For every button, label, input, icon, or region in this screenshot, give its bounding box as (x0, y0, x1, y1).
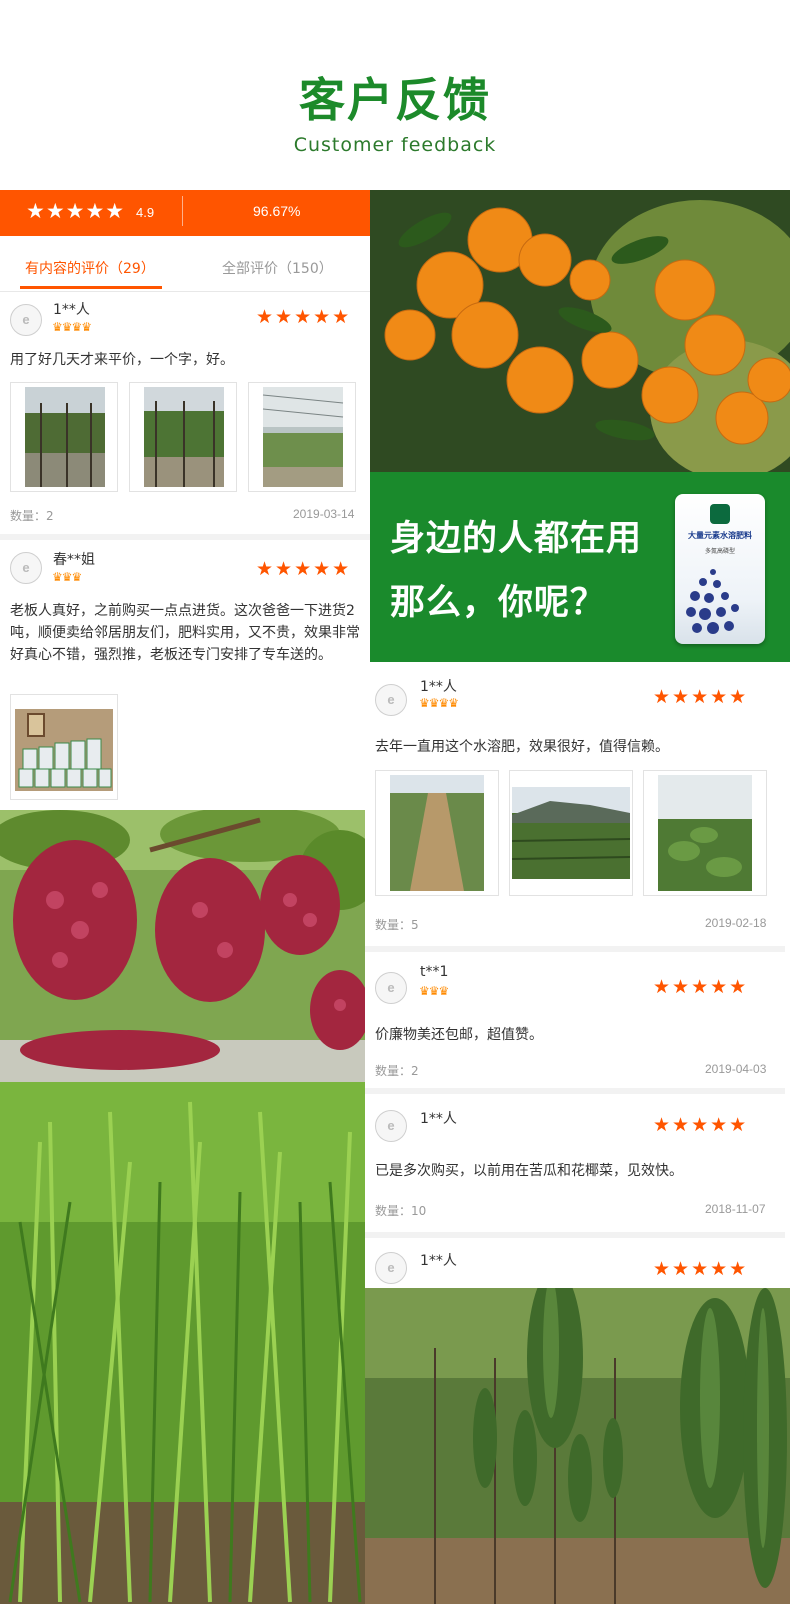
review-card: e 1**人 ★★★★★ 已是多次购买，以前用在苦瓜和花椰菜，见效快。 数量：1… (365, 1094, 785, 1238)
review-date: 2019-03-14 (293, 507, 355, 521)
left-column: ★★★★★ 4.9 96.67% 有内容的评价（29） 全部评价（150） e … (0, 190, 370, 1604)
avatar: e (375, 1252, 407, 1284)
bitter-melon-image (365, 1288, 790, 1604)
brand-logo-icon (710, 504, 730, 524)
promo-banner: 身边的人都在用 那么，你呢？ 大量元素水溶肥料 多氮高磷型 (370, 472, 790, 662)
review-star-rating: ★★★★★ (653, 1258, 749, 1280)
chives-image (0, 1082, 368, 1604)
rating-summary-bar: ★★★★★ 4.9 96.67% (0, 190, 370, 236)
review-card: e 1**人 ★★★★★ (365, 1238, 785, 1288)
reviewer-name: 1**人 (420, 1111, 457, 1127)
tab-reviews-with-content[interactable]: 有内容的评价（29） (25, 258, 155, 278)
bitter-melon-photo (365, 1288, 790, 1604)
summary-divider (182, 196, 183, 226)
vineyard-image (11, 383, 117, 491)
review-date: 2019-02-18 (705, 916, 767, 930)
review-text: 价廉物美还包邮，超值赞。 (375, 1027, 543, 1043)
buyer-level-crown-icons: ♛♛♛♛ (419, 696, 459, 710)
review-photo-field[interactable] (643, 770, 767, 896)
purchase-quantity: 数量：2 (10, 509, 54, 523)
fertilizer-bag: 大量元素水溶肥料 多氮高磷型 (675, 494, 765, 644)
page-header: 客户反馈 Customer feedback (0, 0, 790, 190)
avatar: e (10, 552, 42, 584)
summary-star-icons: ★★★★★ (26, 199, 126, 223)
product-name: 大量元素水溶肥料 (688, 531, 752, 540)
summary-score: 4.9 (136, 205, 155, 220)
reviewer-name: 1**人 (420, 1253, 457, 1269)
page-title: 客户反馈 (299, 73, 491, 127)
purchase-quantity: 数量：5 (375, 918, 419, 932)
oranges-image (370, 190, 790, 472)
avatar: e (375, 972, 407, 1004)
review-text: 已是多次购买，以前用在苦瓜和花椰菜，见效快。 (375, 1163, 683, 1179)
avatar: e (375, 1110, 407, 1142)
review-star-rating: ★★★★★ (256, 306, 352, 328)
review-date: 2019-04-03 (705, 1062, 767, 1076)
review-text: 去年一直用这个水溶肥，效果很好，值得信赖。 (375, 739, 669, 755)
green-chives-photo (0, 1082, 368, 1604)
banner-headline: 身边的人都在用 (390, 519, 643, 559)
review-star-rating: ★★★★★ (653, 1114, 749, 1136)
bag-dots-graphic (686, 569, 739, 634)
grapes-photo (0, 810, 368, 1082)
avatar: e (10, 304, 42, 336)
field-image (510, 771, 632, 895)
review-card: e 1**人 ♛♛♛♛ ★★★★★ 去年一直用这个水溶肥，效果很好，值得信赖。 (365, 662, 785, 952)
review-star-rating: ★★★★★ (653, 976, 749, 998)
review-text: 老板人真好，之前购买一点点进货。这次爸爸一下进货2吨，顺便卖给邻居朋友们，肥料实… (10, 603, 360, 663)
reviewer-name: 1**人 (53, 302, 90, 318)
right-column: 身边的人都在用 那么，你呢？ 大量元素水溶肥料 多氮高磷型 e 1**人 ♛♛♛… (365, 190, 790, 1604)
review-photo-field[interactable] (375, 770, 499, 896)
purchase-quantity: 数量：10 (375, 1204, 427, 1218)
review-text: 用了好几天才来平价，一个字，好。 (10, 352, 234, 368)
review-tabs: 有内容的评价（29） 全部评价（150） (0, 236, 370, 292)
purchase-quantity: 数量：2 (375, 1064, 419, 1078)
positive-rate: 96.67% (253, 203, 301, 219)
avatar: e (375, 684, 407, 716)
field-image (644, 771, 766, 895)
product-subtype: 多氮高磷型 (704, 548, 735, 555)
product-stock-image (11, 695, 117, 799)
buyer-level-crown-icons: ♛♛♛ (52, 570, 82, 584)
page-subtitle: Customer feedback (293, 134, 497, 156)
reviewer-name: t**1 (420, 964, 449, 980)
review-photo-vineyard[interactable] (129, 382, 237, 492)
review-date: 2018-11-07 (705, 1202, 766, 1216)
buyer-level-crown-icons: ♛♛♛ (419, 984, 449, 998)
tab-all-reviews[interactable]: 全部评价（150） (222, 258, 333, 278)
review-star-rating: ★★★★★ (653, 686, 749, 708)
active-tab-indicator (20, 286, 162, 289)
review-photo-greenhouse[interactable] (248, 382, 356, 492)
review-photo-field[interactable] (509, 770, 633, 896)
review-card: e 1**人 ♛♛♛♛ ★★★★★ 用了好几天才来平价，一个字，好。 数量：2 … (0, 292, 370, 540)
review-star-rating: ★★★★★ (256, 558, 352, 580)
review-card: e 春**姐 ♛♛♛ ★★★★★ 老板人真好，之前购买一点点进货。这次爸爸一下进… (0, 540, 370, 810)
reviewer-name: 1**人 (420, 679, 457, 695)
banner-question: 那么，你呢？ (390, 583, 607, 623)
buyer-level-crown-icons: ♛♛♛♛ (52, 320, 92, 334)
oranges-photo (370, 190, 790, 472)
reviewer-name: 春**姐 (53, 552, 95, 568)
grapes-image (0, 810, 368, 1082)
field-image (376, 771, 498, 895)
greenhouse-image (249, 383, 355, 491)
vineyard-image (130, 383, 236, 491)
review-photo-product-stock[interactable] (10, 694, 118, 800)
review-photo-vineyard[interactable] (10, 382, 118, 492)
review-card: e t**1 ♛♛♛ ★★★★★ 价廉物美还包邮，超值赞。 数量：2 2019-… (365, 952, 785, 1094)
